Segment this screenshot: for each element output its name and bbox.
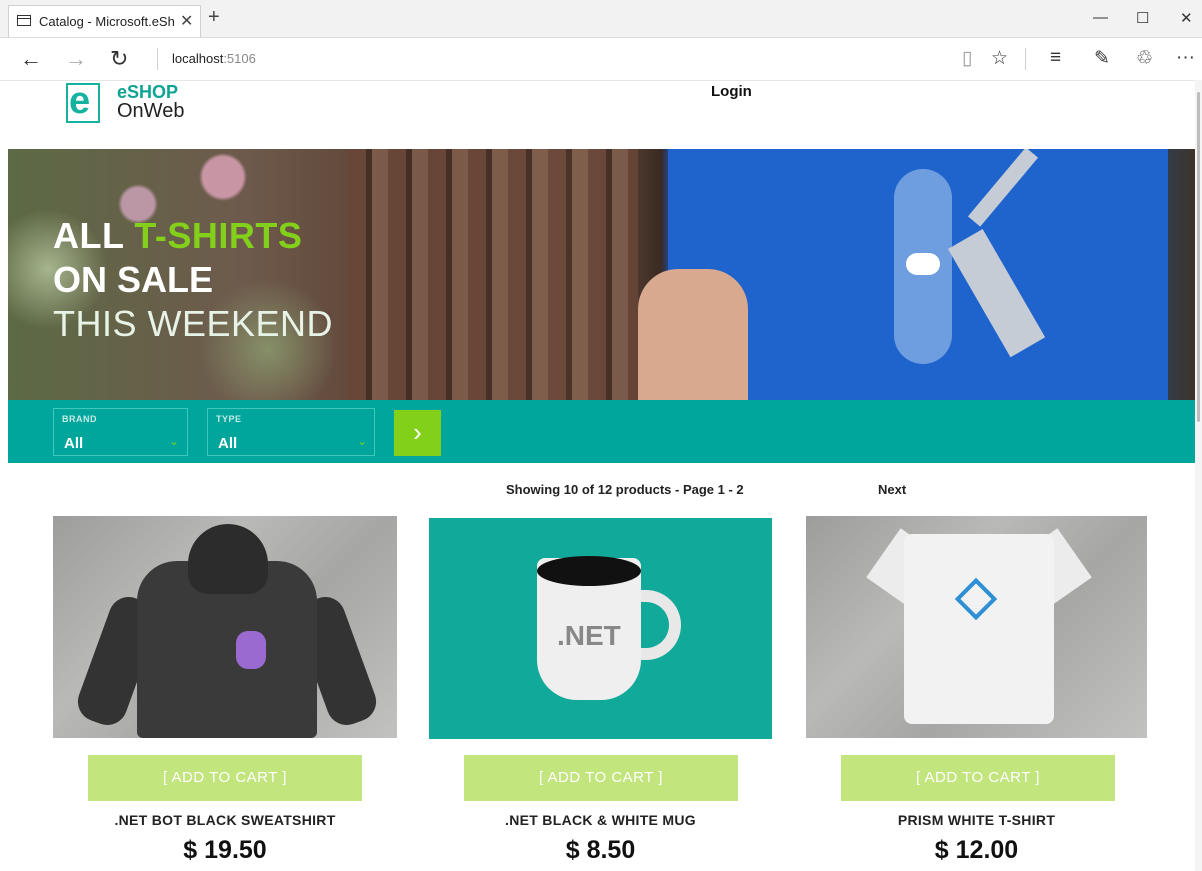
hoodie-hood <box>188 524 268 594</box>
hero-all: ALL <box>53 215 124 256</box>
chevron-down-icon: ⌄ <box>357 434 368 448</box>
scrollbar-thumb[interactable] <box>1197 92 1200 422</box>
brand-filter-label: BRAND <box>62 414 97 424</box>
product-image-sweatshirt[interactable] <box>53 516 397 738</box>
browser-tab-bar: Catalog - Microsoft.eSh ✕ + — ☐ ✕ <box>0 0 1202 38</box>
hero-line-2: ON SALE <box>53 259 214 300</box>
share-icon[interactable]: ♲ <box>1136 47 1153 70</box>
maximize-icon[interactable]: ☐ <box>1136 9 1149 27</box>
hub-icon[interactable]: ≡ <box>1050 47 1061 69</box>
logo-onweb-text: OnWeb <box>117 100 185 122</box>
minimize-icon[interactable]: — <box>1093 9 1108 26</box>
product-price: $ 12.00 <box>934 836 1019 864</box>
mug-dotnet-text: .NET <box>557 620 621 651</box>
url-field[interactable]: localhost:5106 <box>172 51 256 66</box>
product-price: $ 8.50 <box>565 836 636 864</box>
close-tab-icon[interactable]: ✕ <box>180 11 193 31</box>
hero-fence-bg <box>348 149 638 400</box>
tshirt-body <box>904 534 1054 724</box>
tab-title: Catalog - Microsoft.eSh <box>39 14 175 29</box>
new-tab-icon[interactable]: + <box>208 6 220 29</box>
type-filter-label: TYPE <box>216 414 242 424</box>
refresh-icon[interactable]: ↻ <box>110 46 128 72</box>
address-divider <box>157 48 158 70</box>
logo-eshop-text: eSHOP <box>117 82 179 102</box>
browser-tab[interactable]: Catalog - Microsoft.eSh ✕ <box>8 5 201 37</box>
hero-tshirts: T-SHIRTS <box>134 215 303 256</box>
type-filter-select[interactable]: TYPE All ⌄ <box>207 408 375 456</box>
reading-view-icon[interactable]: ▯ <box>962 47 972 70</box>
eshop-logo[interactable]: e eSHOP OnWeb <box>66 80 206 127</box>
more-icon[interactable]: ··· <box>1176 47 1195 69</box>
toolbar-divider <box>1025 48 1026 70</box>
pager-summary: Showing 10 of 12 products - Page 1 - 2 <box>506 482 744 497</box>
close-window-icon[interactable]: ✕ <box>1180 9 1193 27</box>
arrow-right-icon: › <box>413 417 422 447</box>
product-image-tshirt[interactable] <box>806 516 1147 738</box>
hero-arm <box>638 269 748 400</box>
hero-line-1: ALL T-SHIRTS <box>53 215 302 257</box>
product-name: .NET BLACK & WHITE MUG <box>505 812 696 828</box>
login-link[interactable]: Login <box>711 83 752 100</box>
hero-banner: ALL T-SHIRTS ON SALE THIS WEEKEND <box>8 149 1195 400</box>
cloud-icon <box>906 253 940 275</box>
dotnet-bot-logo <box>236 631 266 669</box>
product-price: $ 19.50 <box>183 836 267 864</box>
page-icon <box>17 15 31 26</box>
back-icon[interactable]: ← <box>20 46 42 72</box>
product-name: PRISM WHITE T-SHIRT <box>897 812 1056 828</box>
product-name: .NET BOT BLACK SWEATSHIRT <box>114 812 336 828</box>
url-host: localhost <box>172 51 224 66</box>
add-to-cart-button[interactable]: [ ADD TO CART ] <box>464 755 738 801</box>
web-note-icon[interactable]: ✎ <box>1094 47 1110 70</box>
hero-line-3: THIS WEEKEND <box>53 303 334 344</box>
brand-filter-select[interactable]: BRAND All ⌄ <box>53 408 188 456</box>
catalog-filter-bar: BRAND All ⌄ TYPE All ⌄ › <box>8 400 1195 463</box>
brand-filter-value: All <box>64 435 84 452</box>
apply-filter-button[interactable]: › <box>394 410 441 456</box>
address-bar: ← → ↻ localhost:5106 ▯ ☆ ≡ ✎ ♲ ··· <box>0 38 1202 81</box>
url-port: :5106 <box>223 51 256 66</box>
mug-rim <box>537 556 641 586</box>
favorite-star-icon[interactable]: ☆ <box>991 47 1008 70</box>
product-image-mug[interactable]: .NET <box>429 518 772 739</box>
add-to-cart-button[interactable]: [ ADD TO CART ] <box>841 755 1115 801</box>
chevron-down-icon: ⌄ <box>169 434 180 448</box>
type-filter-value: All <box>218 435 238 452</box>
add-to-cart-button[interactable]: [ ADD TO CART ] <box>88 755 362 801</box>
pager-next-link[interactable]: Next <box>878 482 906 497</box>
forward-icon[interactable]: → <box>65 46 87 72</box>
logo-letter: e <box>69 80 91 122</box>
